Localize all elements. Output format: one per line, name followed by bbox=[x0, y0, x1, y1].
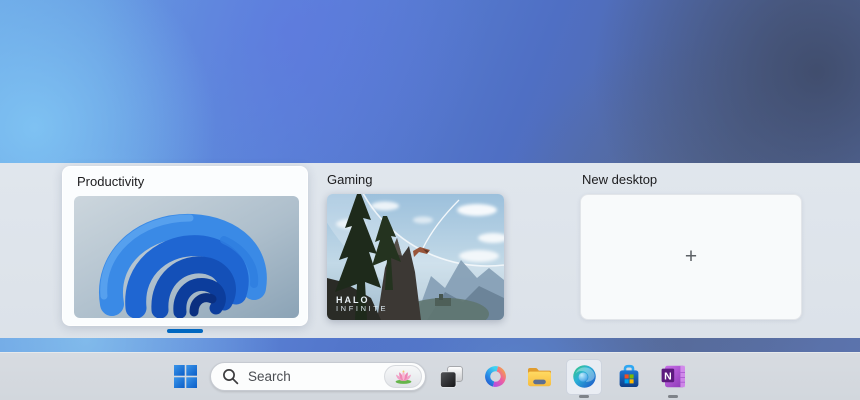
onenote-running-indicator bbox=[668, 394, 678, 398]
taskbar: Search N bbox=[0, 352, 860, 400]
new-desktop-button[interactable]: + bbox=[580, 194, 802, 320]
copilot-icon bbox=[484, 366, 506, 387]
active-desktop-indicator bbox=[167, 329, 203, 333]
desktop-card-productivity[interactable]: Productivity bbox=[62, 166, 308, 326]
search-highlight-button[interactable] bbox=[384, 365, 422, 388]
edge-button-active[interactable] bbox=[566, 358, 602, 398]
start-button[interactable] bbox=[170, 355, 200, 399]
microsoft-store-button[interactable] bbox=[612, 355, 646, 399]
file-explorer-icon bbox=[527, 368, 551, 387]
copilot-button[interactable] bbox=[478, 355, 512, 399]
onenote-button[interactable]: N bbox=[656, 355, 690, 399]
search-icon bbox=[223, 369, 239, 385]
search-input[interactable]: Search bbox=[210, 362, 426, 391]
desktop-label-productivity: Productivity bbox=[77, 174, 145, 189]
desktop-thumbnail-productivity[interactable] bbox=[74, 196, 299, 318]
halo-infinite-logo: HALO INFINITE bbox=[336, 294, 389, 314]
desktop-label-gaming: Gaming bbox=[327, 172, 373, 187]
microsoft-store-icon bbox=[619, 364, 639, 387]
windows-logo-icon bbox=[173, 365, 197, 388]
task-view-icon bbox=[439, 365, 463, 388]
search-placeholder: Search bbox=[248, 369, 291, 384]
lotus-icon bbox=[395, 370, 411, 384]
onenote-letter: N bbox=[664, 371, 672, 383]
onenote-icon: N bbox=[661, 365, 685, 388]
task-view-button[interactable] bbox=[434, 355, 468, 399]
task-view-screen: Productivity Gaming HALO INFINITE New de… bbox=[0, 0, 860, 400]
file-explorer-button[interactable] bbox=[522, 355, 556, 399]
desktop-thumbnail-gaming[interactable]: HALO INFINITE bbox=[327, 194, 504, 320]
edge-icon bbox=[572, 365, 596, 388]
plus-icon: + bbox=[684, 245, 698, 268]
edge-running-indicator bbox=[579, 394, 589, 398]
new-desktop-label: New desktop bbox=[582, 172, 658, 187]
